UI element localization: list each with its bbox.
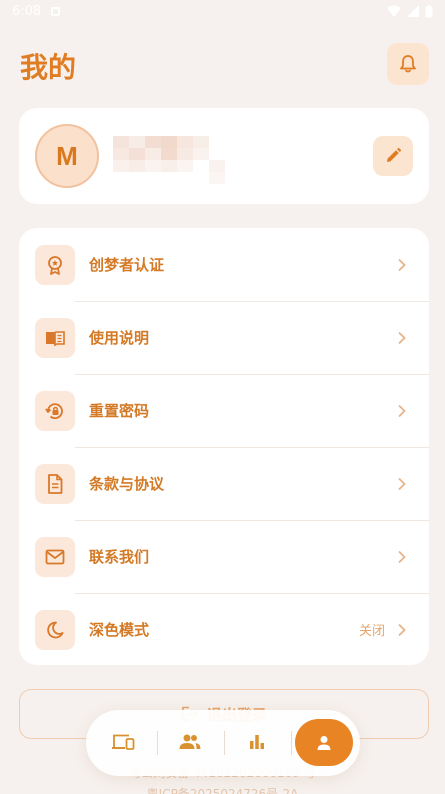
document-icon bbox=[35, 463, 75, 504]
page-title: 我的 bbox=[20, 51, 77, 84]
book-icon bbox=[35, 317, 75, 358]
menu-item-instructions[interactable]: 使用说明 bbox=[19, 301, 429, 374]
menu-label: 深色模式 bbox=[89, 621, 150, 639]
profile-card: M bbox=[19, 108, 429, 204]
dark-mode-status: 关闭 bbox=[358, 624, 385, 639]
menu-label: 联系我们 bbox=[89, 548, 150, 566]
notification-button[interactable] bbox=[387, 43, 429, 85]
menu-item-contact[interactable]: 联系我们 bbox=[19, 520, 429, 593]
notification-icon bbox=[51, 6, 61, 16]
menu-label: 重置密码 bbox=[89, 402, 150, 420]
menu-label: 使用说明 bbox=[89, 329, 150, 347]
menu-item-certification[interactable]: 创梦者认证 bbox=[19, 228, 429, 301]
devices-icon bbox=[112, 734, 135, 750]
menu-item-reset-password[interactable]: 重置密码 bbox=[19, 374, 429, 447]
moon-icon bbox=[35, 609, 75, 650]
bar-chart-icon bbox=[250, 735, 264, 749]
edit-profile-button[interactable] bbox=[373, 136, 413, 176]
avatar-initial: M bbox=[56, 140, 78, 171]
bottom-nav bbox=[86, 710, 360, 776]
avatar[interactable]: M bbox=[35, 124, 99, 188]
settings-menu: 创梦者认证 使用说明 重置密码 条款与协议 联系我们 深色模式 关闭 bbox=[19, 228, 429, 665]
icp-record-text: 粤ICP备2025024726号-2A bbox=[146, 787, 299, 794]
reset-lock-icon bbox=[35, 390, 75, 431]
badge-icon bbox=[35, 244, 75, 285]
chevron-right-icon bbox=[398, 258, 406, 271]
people-icon bbox=[179, 734, 201, 749]
nav-statistics[interactable] bbox=[242, 727, 272, 757]
battery-icon bbox=[425, 4, 433, 17]
status-time: 6:08 bbox=[12, 3, 42, 19]
mail-icon bbox=[35, 536, 75, 577]
signal-icon bbox=[407, 5, 419, 17]
menu-item-dark-mode[interactable]: 深色模式 关闭 bbox=[19, 593, 429, 665]
nav-profile[interactable] bbox=[295, 719, 353, 766]
pencil-icon bbox=[387, 147, 402, 162]
bell-icon bbox=[400, 55, 416, 73]
chevron-right-icon bbox=[398, 404, 406, 417]
chevron-right-icon bbox=[398, 477, 406, 490]
nav-people[interactable] bbox=[175, 727, 205, 757]
status-bar: 6:08 bbox=[0, 0, 445, 22]
nav-devices[interactable] bbox=[108, 727, 138, 757]
chevron-right-icon bbox=[398, 331, 406, 344]
chevron-right-icon bbox=[398, 550, 406, 563]
menu-label: 创梦者认证 bbox=[89, 256, 165, 274]
menu-label: 条款与协议 bbox=[89, 475, 165, 493]
chevron-right-icon bbox=[398, 623, 406, 636]
wifi-icon bbox=[387, 5, 401, 17]
menu-item-terms[interactable]: 条款与协议 bbox=[19, 447, 429, 520]
person-icon bbox=[317, 735, 331, 750]
